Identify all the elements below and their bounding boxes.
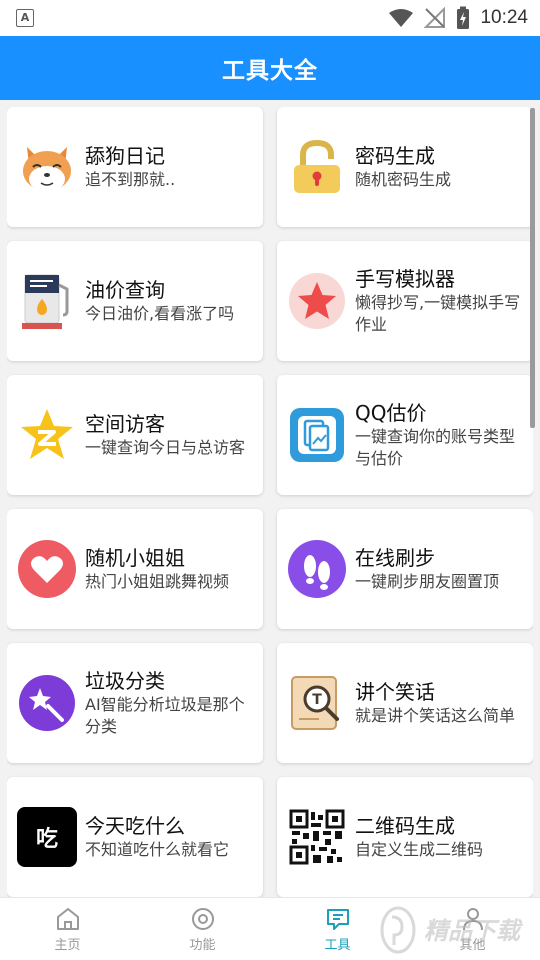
tool-desc: 今日油价,看看涨了吗 [85, 304, 235, 323]
tool-title: 密码生成 [355, 144, 435, 168]
tool-card-handwriting-simulator[interactable]: 手写模拟器 懒得抄写,一键模拟手写作业 [277, 241, 533, 361]
status-icons: 10:24 [388, 0, 528, 36]
tool-grid: 舔狗日记 追不到那就.. 密码生成 随机密码生成 油价查询 今日油价,看看涨了吗… [7, 107, 533, 897]
page-title: 工具大全 [222, 58, 318, 84]
tool-title: 垃圾分类 [85, 669, 165, 693]
tool-title: 讲个笑话 [355, 680, 435, 704]
gas-pump-icon [17, 271, 77, 331]
svg-text:T: T [312, 692, 322, 708]
tool-desc: 随机密码生成 [355, 170, 452, 189]
tool-card-joke[interactable]: T 讲个笑话 就是讲个笑话这么简单 [277, 643, 533, 763]
tool-title: 在线刷步 [355, 546, 435, 570]
tool-desc: 不知道吃什么就看它 [85, 840, 230, 859]
tool-desc: 就是讲个笑话这么简单 [355, 706, 516, 725]
status-bar: A 10:24 [0, 0, 540, 36]
tab-label: 工具 [324, 937, 351, 953]
tool-title: 空间访客 [85, 412, 165, 436]
tool-title: QQ估价 [355, 401, 427, 425]
battery-charging-icon [457, 6, 470, 29]
tool-desc: 追不到那就.. [85, 170, 176, 189]
tool-desc: 一键刷步朋友圈置顶 [355, 572, 500, 591]
heart-icon [17, 539, 77, 599]
magic-wand-icon [17, 673, 77, 733]
tool-card-random-girl[interactable]: 随机小姐姐 热门小姐姐跳舞视频 [7, 509, 263, 629]
wifi-icon [389, 9, 414, 27]
tool-card-space-visitor[interactable]: 空间访客 一键查询今日与总访客 [7, 375, 263, 495]
status-time: 10:24 [480, 7, 528, 28]
tool-title: 二维码生成 [355, 814, 455, 838]
tool-card-qq-valuation[interactable]: QQ估价 一键查询你的账号类型与估价 [277, 375, 533, 495]
home-icon [56, 907, 79, 930]
no-signal-icon [424, 7, 446, 28]
dog-icon [17, 137, 77, 197]
tab-label: 功能 [189, 937, 216, 953]
footprints-icon [287, 539, 347, 599]
tool-title: 随机小姐姐 [85, 546, 185, 570]
scrollbar[interactable] [530, 108, 535, 428]
document-chart-icon [287, 405, 347, 465]
tool-title: 今天吃什么 [85, 814, 185, 838]
tool-title: 油价查询 [85, 278, 165, 302]
tool-card-password-generator[interactable]: 密码生成 随机密码生成 [277, 107, 533, 227]
tool-desc: 一键查询你的账号类型与估价 [355, 427, 516, 468]
tab-home[interactable]: 主页 [0, 898, 135, 960]
tool-desc: 热门小姐姐跳舞视频 [85, 572, 230, 591]
tool-title: 手写模拟器 [355, 267, 455, 291]
tool-desc: 懒得抄写,一键模拟手写作业 [355, 293, 521, 334]
tool-card-what-to-eat[interactable]: 吃 今天吃什么 不知道吃什么就看它 [7, 777, 263, 897]
eat-icon: 吃 [17, 807, 77, 867]
tool-title: 舔狗日记 [85, 144, 165, 168]
compass-icon [191, 907, 214, 930]
tool-card-online-steps[interactable]: 在线刷步 一键刷步朋友圈置顶 [277, 509, 533, 629]
tab-label: 主页 [54, 937, 81, 953]
eat-icon-glyph: 吃 [35, 827, 58, 852]
magnifier-book-icon: T [287, 673, 347, 733]
app-notification-icon: A [16, 9, 34, 27]
star-icon [287, 271, 347, 331]
watermark-text: 精品下载 [424, 917, 524, 945]
tool-desc: 自定义生成二维码 [355, 840, 484, 859]
tab-features[interactable]: 功能 [135, 898, 270, 960]
tool-desc: AI智能分析垃圾是那个分类 [85, 695, 245, 736]
chat-tool-icon [326, 908, 349, 930]
lock-icon [287, 137, 347, 197]
watermark: 精品下载 [376, 905, 536, 955]
qr-code-icon [287, 807, 347, 867]
tool-card-fuel-price[interactable]: 油价查询 今日油价,看看涨了吗 [7, 241, 263, 361]
tool-desc: 一键查询今日与总访客 [85, 438, 246, 457]
tool-card-licking-diary[interactable]: 舔狗日记 追不到那就.. [7, 107, 263, 227]
qzone-star-icon [17, 405, 77, 465]
tool-card-garbage-classification[interactable]: 垃圾分类 AI智能分析垃圾是那个分类 [7, 643, 263, 763]
tool-card-qr-generator[interactable]: 二维码生成 自定义生成二维码 [277, 777, 533, 897]
app-bar: 工具大全 [0, 36, 540, 100]
